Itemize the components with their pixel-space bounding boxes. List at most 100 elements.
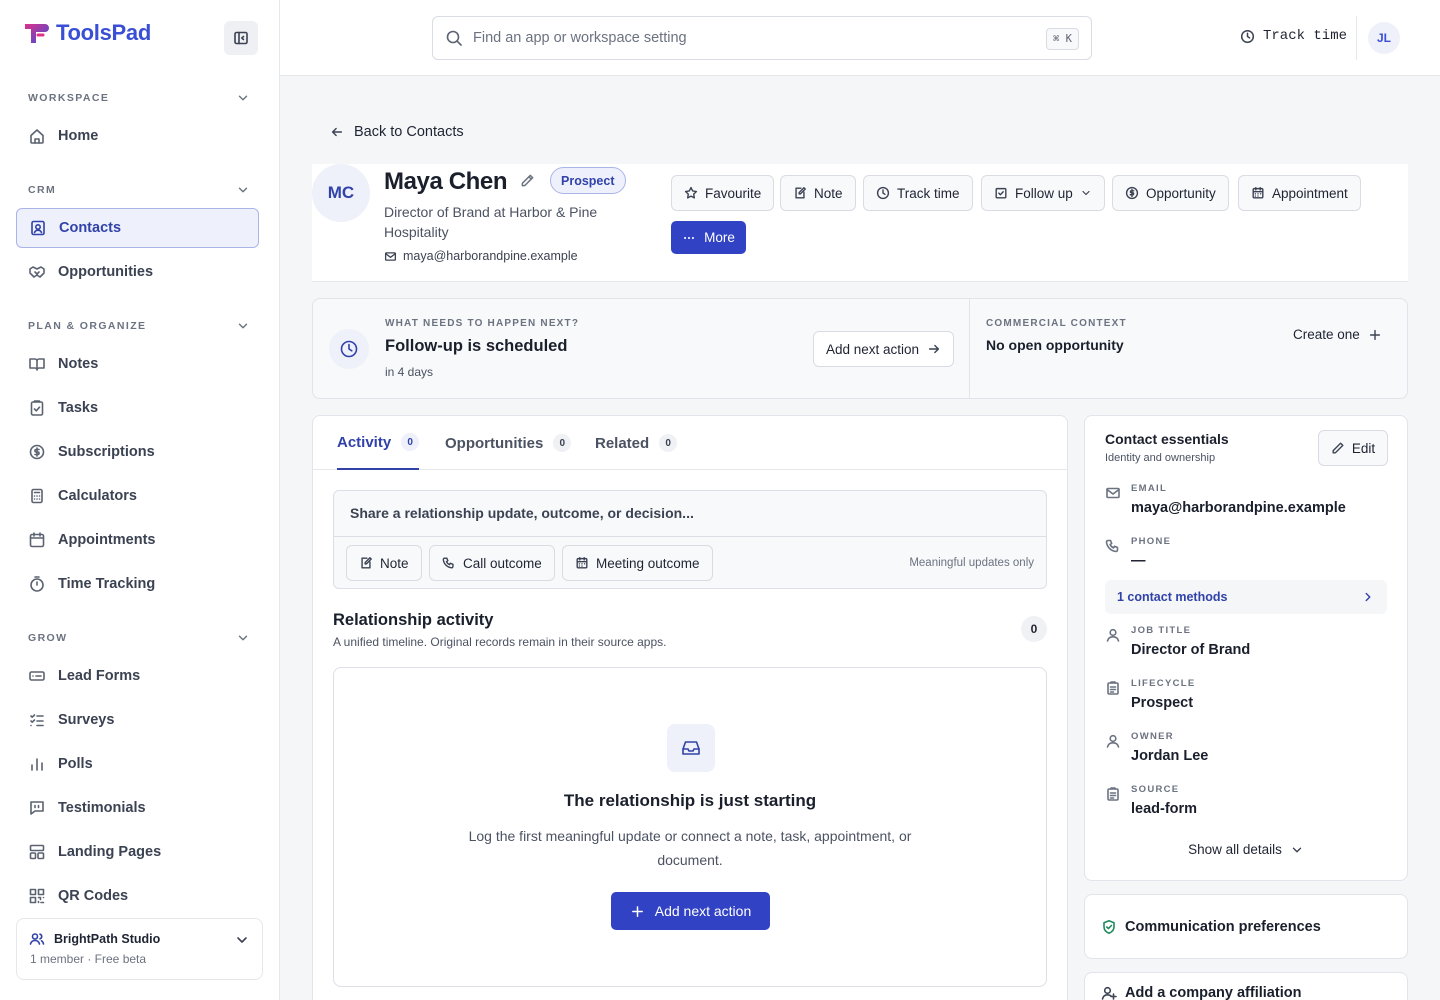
workspace-name: BrightPath Studio bbox=[54, 932, 161, 946]
quote-message-icon bbox=[28, 799, 46, 817]
stopwatch-icon bbox=[28, 575, 46, 593]
inbox-icon bbox=[680, 737, 702, 759]
tab-count: 0 bbox=[659, 434, 678, 452]
tab-count: 0 bbox=[401, 433, 420, 451]
workspace-switcher[interactable]: BrightPath Studio 1 member · Free beta bbox=[16, 918, 263, 980]
relationship-activity-subtitle: A unified timeline. Original records rem… bbox=[333, 635, 667, 649]
edit-pencil-icon[interactable] bbox=[520, 173, 535, 188]
activity-panel: Activity 0 Opportunities 0 Related 0 Share … bbox=[312, 415, 1068, 1000]
dollar-circle-icon bbox=[28, 443, 46, 461]
user-plus-icon bbox=[1101, 985, 1117, 1000]
empty-state: The relationship is just starting Log th… bbox=[333, 667, 1047, 987]
favourite-button[interactable]: Favourite bbox=[671, 175, 775, 211]
shield-check-icon bbox=[1101, 919, 1117, 935]
contact-email[interactable]: maya@harborandpine.example bbox=[384, 249, 578, 263]
sidebar-item-surveys[interactable]: Surveys bbox=[16, 700, 259, 740]
sidebar-item-polls[interactable]: Polls bbox=[16, 744, 259, 784]
clock-icon bbox=[1240, 29, 1255, 44]
composer-hint: Meaningful updates only bbox=[909, 557, 1034, 569]
more-button[interactable]: More bbox=[671, 221, 746, 254]
sidebar-item-calculators[interactable]: Calculators bbox=[16, 476, 259, 516]
follow-up-dropdown[interactable]: Follow up bbox=[981, 175, 1105, 211]
meeting-outcome-button[interactable]: Meeting outcome bbox=[562, 545, 713, 581]
sidebar-item-landing-pages[interactable]: Landing Pages bbox=[16, 832, 259, 872]
tab-bar: Activity 0 Opportunities 0 Related 0 bbox=[313, 416, 1067, 470]
sidebar-item-time-tracking[interactable]: Time Tracking bbox=[16, 564, 259, 604]
note-button[interactable]: Note bbox=[780, 175, 856, 211]
sidebar-item-lead-forms[interactable]: Lead Forms bbox=[16, 656, 259, 696]
sidebar: ToolsPad WORKSPACE Home CRM Contacts Opp… bbox=[0, 0, 280, 1000]
chevron-down-icon bbox=[1080, 187, 1092, 199]
app-logo[interactable]: ToolsPad bbox=[22, 20, 151, 46]
essentials-title: Contact essentials bbox=[1105, 431, 1229, 447]
search-input[interactable]: Find an app or workspace setting ⌘ K bbox=[432, 16, 1092, 60]
edit-contact-button[interactable]: Edit bbox=[1318, 430, 1388, 466]
back-to-contacts-link[interactable]: Back to Contacts bbox=[330, 124, 464, 140]
collapse-sidebar-button[interactable] bbox=[224, 21, 258, 55]
create-opportunity-button[interactable]: Create one bbox=[1293, 327, 1382, 342]
commercial-eyebrow: COMMERCIAL CONTEXT bbox=[986, 318, 1127, 329]
arrow-right-icon bbox=[927, 342, 941, 356]
divider bbox=[1356, 16, 1357, 60]
track-time-action-button[interactable]: Track time bbox=[863, 175, 973, 211]
track-time-button[interactable]: Track time bbox=[1240, 28, 1347, 44]
clipboard-icon bbox=[1105, 786, 1121, 802]
tab-opportunities[interactable]: Opportunities 0 bbox=[445, 416, 572, 470]
section-crm[interactable]: CRM bbox=[28, 180, 250, 200]
call-outcome-button[interactable]: Call outcome bbox=[429, 545, 555, 581]
sidebar-item-qr-codes[interactable]: QR Codes bbox=[16, 876, 259, 916]
pencil-icon bbox=[1331, 441, 1345, 455]
sidebar-item-subscriptions[interactable]: Subscriptions bbox=[16, 432, 259, 472]
job-title-value: Director of Brand bbox=[1131, 642, 1251, 658]
shortcut-hint: ⌘ K bbox=[1046, 28, 1079, 50]
composer-note-button[interactable]: Note bbox=[346, 545, 422, 581]
add-company-affiliation-card[interactable]: Add a company affiliation bbox=[1084, 972, 1408, 1000]
sidebar-item-appointments[interactable]: Appointments bbox=[16, 520, 259, 560]
clock-icon bbox=[339, 339, 359, 359]
composer-input[interactable]: Share a relationship update, outcome, or… bbox=[350, 505, 694, 521]
opportunity-button[interactable]: Opportunity bbox=[1112, 175, 1229, 211]
sidebar-item-home[interactable]: Home bbox=[16, 116, 259, 156]
chevron-down-icon bbox=[1290, 843, 1304, 857]
sidebar-item-tasks[interactable]: Tasks bbox=[16, 388, 259, 428]
contact-methods-link[interactable]: 1 contact methods bbox=[1105, 580, 1387, 614]
contact-avatar: MC bbox=[312, 164, 370, 222]
email-value[interactable]: maya@harborandpine.example bbox=[1131, 500, 1346, 516]
section-grow[interactable]: GROW bbox=[28, 628, 250, 648]
show-all-details-button[interactable]: Show all details bbox=[1085, 842, 1407, 857]
tab-related[interactable]: Related 0 bbox=[595, 416, 678, 470]
sidebar-item-contacts[interactable]: Contacts bbox=[16, 208, 259, 248]
communication-preferences-card[interactable]: Communication preferences bbox=[1084, 894, 1408, 959]
topbar: Find an app or workspace setting ⌘ K Tra… bbox=[280, 0, 1440, 76]
book-icon bbox=[28, 355, 46, 373]
bar-chart-icon bbox=[28, 755, 46, 773]
sidebar-toggle-icon bbox=[233, 30, 249, 46]
activity-count-badge: 0 bbox=[1021, 616, 1047, 642]
chevron-down-icon bbox=[234, 932, 250, 948]
sidebar-item-notes[interactable]: Notes bbox=[16, 344, 259, 384]
chevron-down-icon bbox=[236, 183, 250, 197]
search-placeholder: Find an app or workspace setting bbox=[473, 30, 687, 46]
section-plan-organize[interactable]: PLAN & ORGANIZE bbox=[28, 316, 250, 336]
form-icon bbox=[28, 667, 46, 685]
plus-icon bbox=[1368, 328, 1382, 342]
calendar-check-icon bbox=[994, 186, 1008, 200]
qr-code-icon bbox=[28, 887, 46, 905]
commercial-title: No open opportunity bbox=[986, 337, 1124, 353]
empty-add-next-action-button[interactable]: Add next action bbox=[611, 892, 770, 930]
appointment-button[interactable]: Appointment bbox=[1238, 175, 1361, 211]
clipboard-icon bbox=[1105, 680, 1121, 696]
section-workspace[interactable]: WORKSPACE bbox=[28, 88, 250, 108]
sidebar-item-testimonials[interactable]: Testimonials bbox=[16, 788, 259, 828]
sidebar-item-opportunities[interactable]: Opportunities bbox=[16, 252, 259, 292]
relationship-activity-title: Relationship activity bbox=[333, 611, 494, 629]
tab-activity[interactable]: Activity 0 bbox=[337, 416, 420, 470]
divider bbox=[334, 536, 1046, 537]
mail-icon bbox=[384, 250, 397, 263]
search-icon bbox=[445, 29, 463, 47]
users-icon bbox=[29, 931, 45, 947]
user-avatar[interactable]: JL bbox=[1368, 22, 1400, 54]
toolspad-logo-icon bbox=[25, 24, 49, 43]
add-next-action-button[interactable]: Add next action bbox=[813, 331, 955, 367]
tab-count: 0 bbox=[553, 434, 572, 452]
